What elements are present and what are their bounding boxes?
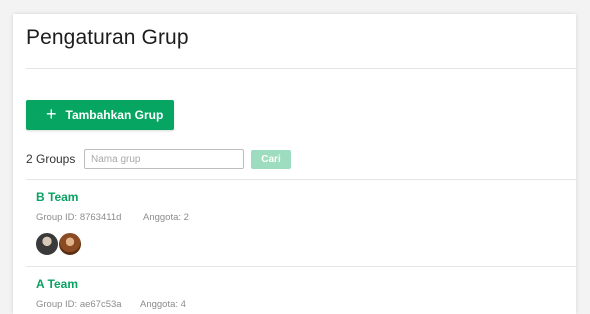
group-id: Group ID: 8763411d xyxy=(36,212,122,223)
add-group-button[interactable]: + Tambahkan Grup xyxy=(26,100,174,130)
avatar xyxy=(58,232,82,256)
list-divider xyxy=(26,179,576,180)
group-name-link[interactable]: A Team xyxy=(36,277,78,291)
list-divider xyxy=(26,266,576,267)
group-settings-card: Pengaturan Grup + Tambahkan Grup 2 Group… xyxy=(13,14,576,314)
page-title: Pengaturan Grup xyxy=(26,26,189,49)
group-id: Group ID: ae67c53a xyxy=(36,299,122,310)
group-name-search-input[interactable] xyxy=(84,149,244,169)
group-name-link[interactable]: B Team xyxy=(36,190,78,204)
plus-icon: + xyxy=(46,104,57,124)
group-count: 2 Groups xyxy=(26,152,76,166)
group-member-count: Anggota: 4 xyxy=(140,299,186,310)
search-button[interactable]: Cari xyxy=(251,150,291,169)
group-member-count: Anggota: 2 xyxy=(143,212,189,223)
header-divider xyxy=(26,68,576,69)
avatar xyxy=(35,232,59,256)
add-group-label: Tambahkan Grup xyxy=(65,108,164,122)
